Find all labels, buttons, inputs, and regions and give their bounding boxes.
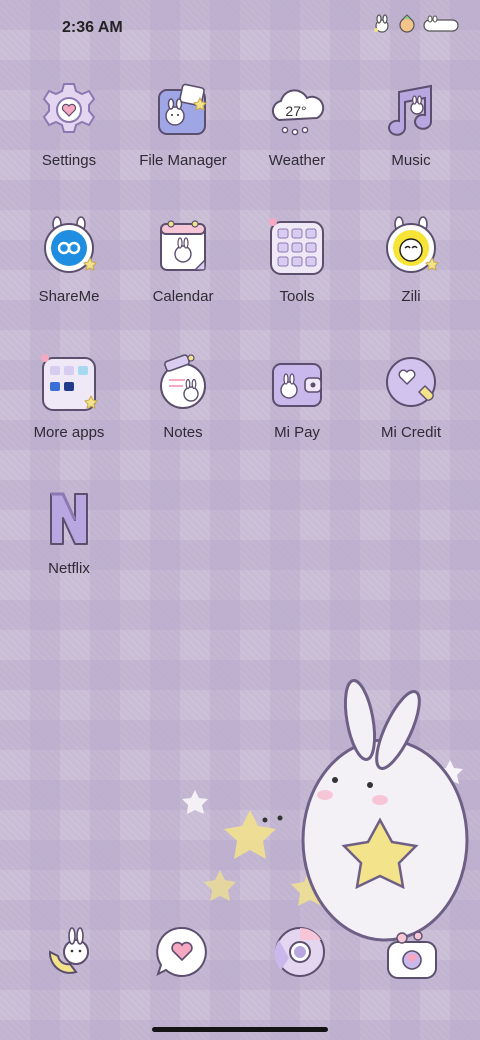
app-label: Weather [268, 152, 326, 169]
app-settings[interactable]: Settings [12, 70, 126, 206]
wallet-bunny-icon [272, 363, 322, 407]
status-bar: 2:36 AM [0, 0, 480, 56]
app-label: ShareMe [38, 288, 100, 305]
netflix-n-icon [50, 492, 88, 545]
carrot-status-icon [396, 14, 418, 34]
status-icons [372, 14, 460, 34]
dock [0, 920, 480, 1000]
notes-bunny-icon [160, 354, 206, 409]
app-label: Zili [401, 288, 421, 305]
app-notes[interactable]: Notes [126, 342, 240, 478]
app-mi-pay[interactable]: Mi Pay [240, 342, 354, 478]
app-label: File Manager [139, 152, 227, 169]
dock-phone[interactable] [40, 922, 100, 982]
chrome-icon [274, 927, 325, 977]
app-label: Mi Pay [274, 424, 320, 441]
app-mi-credit[interactable]: Mi Credit [354, 342, 468, 478]
app-label: Settings [41, 152, 97, 169]
app-label: Notes [163, 424, 203, 441]
app-label: More apps [33, 424, 105, 441]
app-shareme[interactable]: ShareMe [12, 206, 126, 342]
dock-messages[interactable] [152, 922, 212, 982]
bunny-sleeping-status-icon [422, 15, 460, 33]
app-weather[interactable]: 27° Weather [240, 70, 354, 206]
dock-chrome[interactable] [270, 922, 330, 982]
shareme-bunny-icon [44, 216, 97, 273]
app-calendar[interactable]: Calendar [126, 206, 240, 342]
camera-bunny-icon [387, 931, 437, 979]
app-label: Netflix [48, 560, 90, 577]
calendar-bunny-icon [160, 220, 206, 271]
more-apps-folder-icon [41, 354, 98, 411]
app-label: Tools [279, 288, 315, 305]
cloud-icon: 27° [271, 89, 325, 136]
app-tools[interactable]: Tools [240, 206, 354, 342]
app-netflix[interactable]: Netflix [12, 478, 126, 614]
app-more-apps[interactable]: More apps [12, 342, 126, 478]
app-label: Mi Credit [380, 424, 441, 441]
app-label: Calendar [152, 288, 214, 305]
phone-bunny-icon [48, 927, 89, 974]
home-indicator[interactable] [152, 1027, 328, 1032]
bunny-status-icon [372, 14, 392, 34]
folder-bunny-icon [158, 83, 207, 135]
app-zili[interactable]: Zili [354, 206, 468, 342]
app-grid: Settings File Manager 27° Weather Music … [12, 70, 468, 614]
app-label: Music [391, 152, 431, 169]
message-heart-icon [156, 926, 207, 977]
app-music[interactable]: Music [354, 70, 468, 206]
dock-camera[interactable] [382, 926, 442, 986]
weather-temperature: 27° [285, 103, 306, 119]
mi-credit-heart-icon [386, 357, 436, 407]
status-time: 2:36 AM [62, 19, 123, 36]
zili-bunny-icon [386, 216, 439, 273]
app-file-manager[interactable]: File Manager [126, 70, 240, 206]
tools-folder-icon [269, 218, 324, 275]
music-note-bunny-icon [388, 84, 432, 136]
gear-heart-icon [42, 83, 96, 133]
